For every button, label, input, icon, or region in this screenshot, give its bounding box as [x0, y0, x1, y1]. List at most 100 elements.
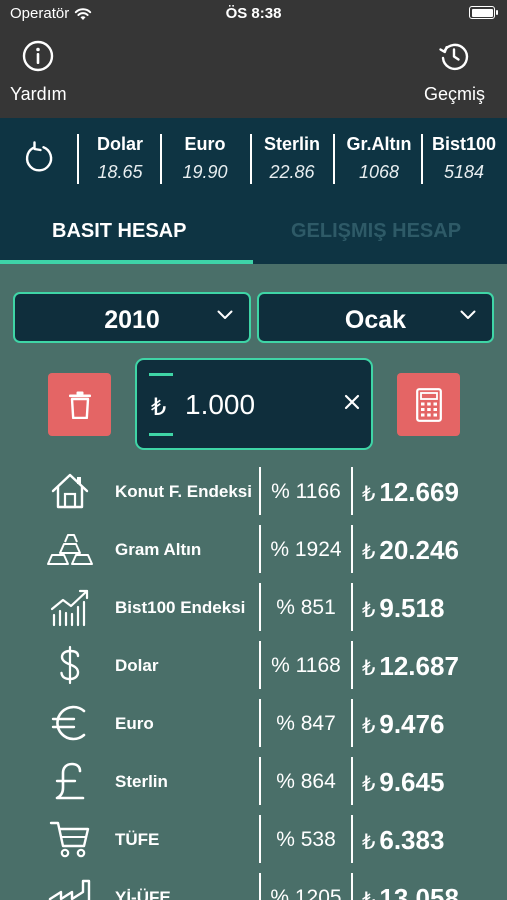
- list-item: Gram Altın % 1924 ₺ 20.246: [0, 520, 507, 578]
- rates-ticker: Dolar 18.65 Euro 19.90 Sterlin 22.86 Gr.…: [0, 118, 507, 200]
- row-percent: % 1166: [271, 480, 341, 503]
- dollar-icon: [44, 642, 96, 688]
- ticker-euro: Euro 19.90: [170, 134, 240, 183]
- year-value: 2010: [104, 306, 160, 334]
- tab-advanced[interactable]: GELIŞMIŞ HESAP: [291, 220, 461, 243]
- result-value: 12.687: [379, 651, 459, 681]
- clear-icon[interactable]: [343, 393, 361, 411]
- column-divider: [259, 583, 261, 631]
- history-button[interactable]: Geçmiş: [424, 40, 485, 105]
- pound-icon: [44, 758, 96, 804]
- list-item: Bist100 Endeksi % 851 ₺ 9.518: [0, 578, 507, 636]
- column-divider: [351, 583, 353, 631]
- ticker-divider: [421, 134, 423, 184]
- column-divider: [351, 699, 353, 747]
- column-divider: [351, 873, 353, 900]
- list-item: TÜFE % 538 ₺ 6.383: [0, 810, 507, 868]
- refresh-icon: [25, 141, 53, 172]
- row-label: TÜFE: [115, 830, 160, 849]
- row-result: ₺ 13.058: [362, 883, 459, 900]
- lira-symbol: ₺: [362, 541, 376, 564]
- history-icon: [439, 43, 469, 71]
- result-value: 9.645: [379, 767, 445, 797]
- result-value: 6.383: [379, 825, 445, 855]
- column-divider: [351, 467, 353, 515]
- row-result: ₺ 20.246: [362, 535, 459, 566]
- month-select[interactable]: Ocak: [257, 292, 494, 343]
- row-label: Konut F. Endeksi: [115, 482, 252, 501]
- row-percent: % 864: [276, 770, 336, 793]
- lira-symbol: ₺: [151, 394, 167, 421]
- chevron-down-icon: [217, 310, 233, 319]
- row-percent: % 847: [276, 712, 336, 735]
- delete-button[interactable]: [48, 373, 111, 436]
- ticker-value: 5184: [443, 162, 485, 182]
- refresh-button[interactable]: [22, 140, 56, 181]
- column-divider: [351, 641, 353, 689]
- tab-basic[interactable]: BASIT HESAP: [52, 220, 186, 243]
- status-bar: Operatör ÖS 8:38: [0, 0, 507, 28]
- row-percent: % 1924: [270, 538, 342, 561]
- column-divider: [259, 699, 261, 747]
- row-percent: % 538: [276, 828, 336, 851]
- ticker-name: Sterlin: [263, 134, 320, 154]
- ticker-divider: [250, 134, 252, 184]
- amount-input[interactable]: ₺ 1.000: [135, 358, 373, 450]
- column-divider: [351, 815, 353, 863]
- ticker-value: 18.65: [97, 162, 143, 182]
- year-select[interactable]: 2010: [13, 292, 251, 343]
- column-divider: [351, 525, 353, 573]
- cart-icon: [44, 816, 96, 862]
- month-value: Ocak: [344, 306, 407, 334]
- tab-bar: BASIT HESAP GELIŞMIŞ HESAP: [0, 200, 507, 264]
- row-percent: % 851: [276, 596, 336, 619]
- row-label: Yİ-ÜFE: [115, 888, 171, 900]
- ticker-value: 22.86: [269, 162, 315, 182]
- column-divider: [259, 815, 261, 863]
- ticker-value: 1068: [358, 162, 400, 182]
- list-item: Yİ-ÜFE % 1205 ₺ 13.058: [0, 868, 507, 900]
- row-label: Dolar: [115, 656, 159, 675]
- column-divider: [259, 467, 261, 515]
- row-result: ₺ 9.476: [362, 709, 444, 740]
- calculator-button[interactable]: [397, 373, 460, 436]
- result-value: 12.669: [379, 477, 459, 507]
- battery-icon: [469, 6, 498, 19]
- amount-value: 1.000: [185, 389, 256, 420]
- result-value: 13.058: [379, 883, 459, 900]
- lira-symbol: ₺: [362, 657, 376, 680]
- list-item: Dolar % 1168 ₺ 12.687: [0, 636, 507, 694]
- lira-symbol: ₺: [362, 483, 376, 506]
- info-icon: [23, 40, 54, 72]
- list-item: Euro % 847 ₺ 9.476: [0, 694, 507, 752]
- ticker-divider: [333, 134, 335, 184]
- result-value: 9.518: [379, 593, 445, 623]
- euro-icon: [44, 700, 96, 746]
- trash-icon: [68, 391, 91, 419]
- ticker-sterlin: Sterlin 22.86: [258, 134, 326, 183]
- ticker-dolar: Dolar 18.65: [88, 134, 152, 183]
- help-label: Yardım: [10, 84, 67, 104]
- ticker-bist100: Bist100 5184: [426, 134, 502, 183]
- ticker-gram-altin: Gr.Altın 1068: [339, 134, 419, 183]
- top-bar: Operatör ÖS 8:38 Yardım Geçmiş: [0, 0, 507, 118]
- list-item: Konut F. Endeksi % 1166 ₺ 12.669: [0, 462, 507, 520]
- lira-symbol: ₺: [362, 889, 375, 900]
- row-result: ₺ 9.518: [362, 593, 444, 624]
- row-result: ₺ 12.687: [362, 651, 459, 682]
- gold-bars-icon: [44, 526, 96, 572]
- column-divider: [259, 757, 261, 805]
- help-button[interactable]: Yardım: [10, 40, 67, 105]
- lira-symbol: ₺: [362, 831, 376, 854]
- column-divider: [259, 525, 261, 573]
- row-result: ₺ 6.383: [362, 825, 444, 856]
- row-percent: % 1205: [270, 886, 342, 900]
- status-time: ÖS 8:38: [225, 5, 282, 22]
- row-label: Sterlin: [115, 772, 168, 791]
- result-value: 9.476: [379, 709, 445, 739]
- input-accent-bar: [149, 373, 173, 376]
- row-label: Gram Altın: [115, 540, 202, 559]
- ticker-name: Gr.Altın: [346, 134, 412, 154]
- active-tab-indicator: [0, 260, 253, 264]
- ticker-divider: [77, 134, 79, 184]
